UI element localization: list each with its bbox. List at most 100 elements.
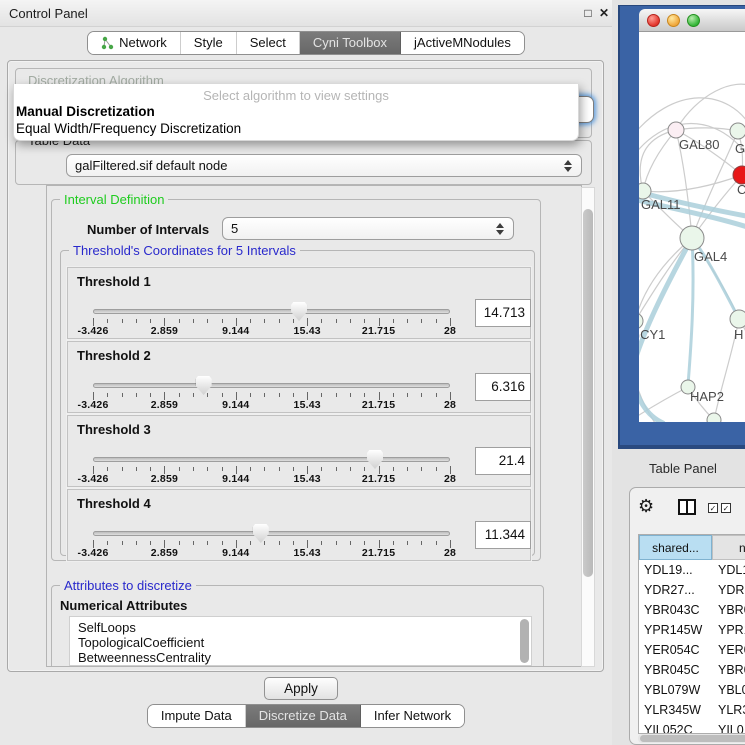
table-row[interactable]: YBR043CYBR0: [639, 600, 745, 620]
float-window-icon[interactable]: □: [580, 0, 596, 27]
settings-scrollbar-thumb[interactable]: [583, 209, 593, 577]
cell-name[interactable]: YDR2: [712, 580, 745, 600]
scale-label: -3.426: [78, 547, 109, 559]
cell-shared-name[interactable]: YBR043C: [639, 600, 712, 620]
tick-mark: [350, 541, 351, 545]
cell-name[interactable]: YBR0: [712, 660, 745, 680]
cell-shared-name[interactable]: YPR145W: [639, 620, 712, 640]
cell-name[interactable]: YBR0: [712, 600, 745, 620]
tab-select-label: Select: [250, 32, 286, 54]
tab-select[interactable]: Select: [237, 32, 300, 54]
tick-mark: [421, 319, 422, 323]
node-table[interactable]: shared... na YDL19...YDL1YDR27...YDR2YBR…: [638, 534, 745, 734]
select-all-icon[interactable]: ✓: [721, 503, 731, 513]
numerical-attributes-list[interactable]: SelfLoopsTopologicalCoefficientBetweenne…: [69, 616, 532, 666]
cell-name[interactable]: YBL0: [712, 680, 745, 700]
scale-label: 21.715: [362, 399, 395, 411]
number-of-intervals-combobox[interactable]: 5: [222, 217, 514, 240]
select-all-icon[interactable]: ✓: [708, 503, 718, 513]
tick-mark: [122, 467, 123, 471]
tab-impute-data[interactable]: Impute Data: [148, 705, 246, 727]
slider-track[interactable]: [93, 531, 450, 536]
threshold-value-field[interactable]: 14.713: [475, 299, 531, 327]
table-row[interactable]: YDR27...YDR2: [639, 580, 745, 600]
tick-mark: [393, 319, 394, 323]
table-row[interactable]: YER054CYER0: [639, 640, 745, 660]
table-row[interactable]: YDL19...YDL1: [639, 560, 745, 580]
tick-mark: [179, 467, 180, 471]
threshold-label: Threshold 4: [77, 496, 151, 511]
tick-mark: [250, 467, 251, 471]
cell-shared-name[interactable]: YBL079W: [639, 680, 712, 700]
minimize-traffic-light-icon[interactable]: [667, 14, 680, 27]
network-window-titlebar[interactable]: [639, 9, 745, 32]
network-canvas[interactable]: GAL80GACGAL11GAL4GCY1HHAP2: [639, 32, 745, 422]
close-window-icon[interactable]: ✕: [596, 0, 612, 27]
tab-network[interactable]: Network: [88, 32, 181, 54]
tick-mark: [264, 319, 265, 323]
control-panel-titlebar: Control Panel □ ✕: [0, 0, 612, 27]
cell-shared-name[interactable]: YDL19...: [639, 560, 712, 580]
table-scrollbar-thumb[interactable]: [640, 735, 745, 742]
scale-label: 2.859: [151, 399, 178, 411]
attribute-list-item[interactable]: TopologicalCoefficient: [70, 635, 531, 650]
scale-label: 15.43: [294, 547, 321, 559]
algorithm-option-equal-width[interactable]: Equal Width/Frequency Discretization: [16, 121, 241, 136]
attribute-list-scrollbar[interactable]: [520, 619, 529, 663]
control-panel-title: Control Panel: [9, 0, 88, 27]
cell-name[interactable]: YER0: [712, 640, 745, 660]
tick-mark: [207, 393, 208, 397]
slider-track[interactable]: [93, 383, 450, 388]
cell-shared-name[interactable]: YLR345W: [639, 700, 712, 720]
cell-name[interactable]: YDL1: [712, 560, 745, 580]
cell-shared-name[interactable]: YER054C: [639, 640, 712, 660]
slider-track[interactable]: [93, 309, 450, 314]
tick-mark: [293, 467, 294, 471]
spinner-down-icon: [564, 167, 572, 172]
cell-name[interactable]: YPR1: [712, 620, 745, 640]
columns-icon[interactable]: [678, 499, 696, 515]
table-horizontal-scrollbar[interactable]: [638, 734, 745, 743]
tick-mark: [179, 541, 180, 545]
table-row[interactable]: YLR345WYLR3: [639, 700, 745, 720]
table-row[interactable]: YIL052CYIL0: [639, 720, 745, 734]
apply-button[interactable]: Apply: [264, 677, 338, 700]
tab-style[interactable]: Style: [181, 32, 237, 54]
spinner-up-icon: [564, 160, 572, 165]
table-row[interactable]: YBR045CYBR0: [639, 660, 745, 680]
tick-mark: [136, 393, 137, 397]
table-row[interactable]: YBL079WYBL0: [639, 680, 745, 700]
cell-name[interactable]: YLR3: [712, 700, 745, 720]
tick-mark: [250, 319, 251, 323]
gear-icon[interactable]: ⚙: [638, 496, 654, 516]
threshold-box: Threshold 4 -3.4262.8599.14415.4321.7152…: [67, 489, 531, 561]
tab-infer-network[interactable]: Infer Network: [361, 705, 464, 727]
tab-jactivemnodules[interactable]: jActiveMNodules: [401, 32, 524, 54]
close-traffic-light-icon[interactable]: [647, 14, 660, 27]
tab-cyni-toolbox[interactable]: Cyni Toolbox: [300, 32, 401, 54]
tab-discretize-data[interactable]: Discretize Data: [246, 705, 361, 727]
algorithm-option-manual[interactable]: Manual Discretization: [16, 104, 155, 119]
cell-shared-name[interactable]: YBR045C: [639, 660, 712, 680]
cell-shared-name[interactable]: YDR27...: [639, 580, 712, 600]
scale-label: 28: [444, 473, 456, 485]
threshold-value-field[interactable]: 21.4: [475, 447, 531, 475]
scale-label: 9.144: [222, 325, 249, 337]
algorithm-dropdown-popup: Select algorithm to view settings Manual…: [13, 84, 579, 141]
tick-mark: [107, 541, 108, 545]
column-header-shared-name[interactable]: shared...: [639, 535, 712, 560]
cell-shared-name[interactable]: YIL052C: [639, 720, 712, 734]
attribute-list-item[interactable]: SelfLoops: [70, 620, 531, 635]
slider-track[interactable]: [93, 457, 450, 462]
tick-mark: [436, 319, 437, 323]
table-data-combobox[interactable]: galFiltered.sif default node: [66, 154, 582, 177]
settings-vertical-scrollbar[interactable]: [581, 187, 595, 667]
threshold-value-field[interactable]: 6.316: [475, 373, 531, 401]
zoom-traffic-light-icon[interactable]: [687, 14, 700, 27]
cell-name[interactable]: YIL0: [712, 720, 745, 734]
column-header-name[interactable]: na: [712, 535, 745, 560]
table-row[interactable]: YPR145WYPR1: [639, 620, 745, 640]
threshold-value-field[interactable]: 11.344: [475, 521, 531, 549]
attribute-list-item[interactable]: BetweennessCentrality: [70, 650, 531, 665]
network-view-window: GAL80GACGAL11GAL4GCY1HHAP2: [618, 5, 745, 449]
